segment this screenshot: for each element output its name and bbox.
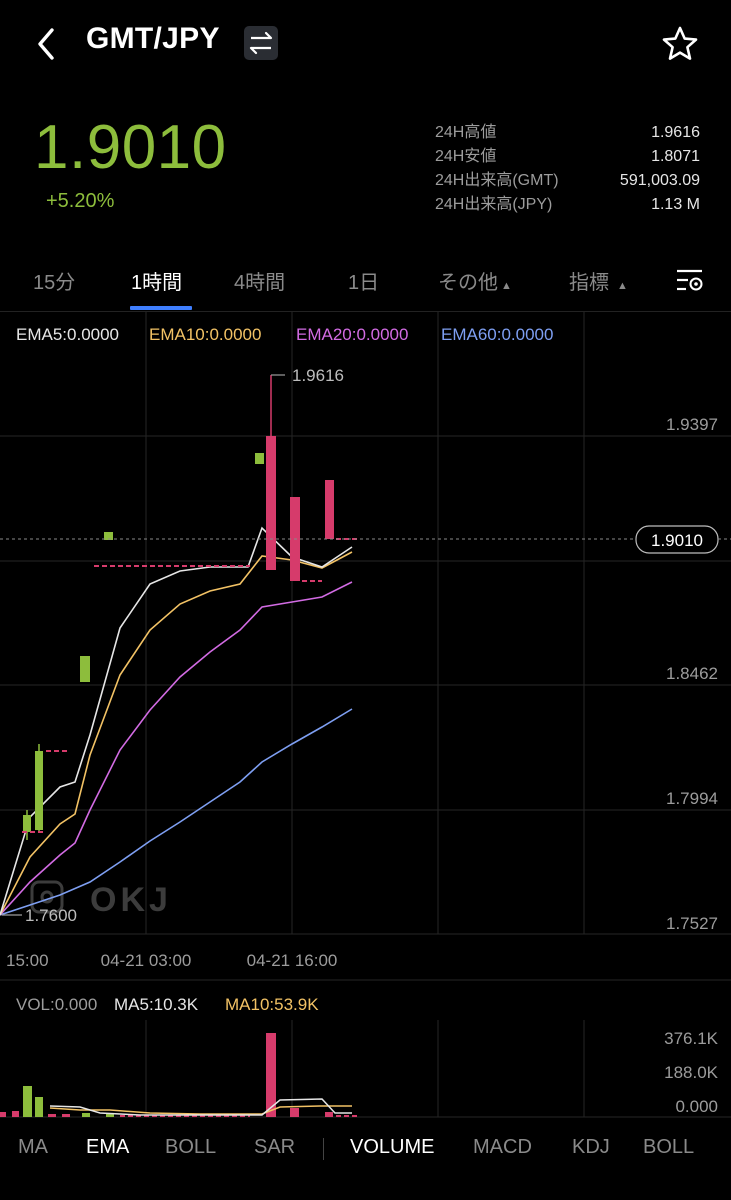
indicator-tab-kdj[interactable]: KDJ [572, 1136, 610, 1159]
volume-chart[interactable]: 376.1K 188.0K 0.000 [0, 1020, 731, 1120]
volume-axis-label: 376.1K [664, 1029, 719, 1048]
indicator-tab-volume[interactable]: VOLUME [350, 1136, 434, 1159]
price-axis-label: 1.9397 [666, 415, 718, 434]
stat-row-low: 24H安値 1.8071 [435, 148, 700, 165]
ema60-line [0, 708, 353, 916]
pair-title[interactable]: GMT/JPY [86, 22, 220, 56]
price-axis-label: 1.8462 [666, 664, 718, 683]
price-chart[interactable]: 1.9397 1.8462 1.7994 1.7527 OKJ 1.9616 1… [0, 312, 731, 982]
stat-row-high: 24H高値 1.9616 [435, 124, 700, 141]
price-axis-label: 1.7994 [666, 789, 718, 808]
tab-1h[interactable]: 1時間 [131, 266, 182, 295]
tab-indicators[interactable]: 指標 ▲ [569, 266, 628, 295]
indicator-tab-macd[interactable]: MACD [473, 1136, 532, 1159]
volume-axis-label: 188.0K [664, 1063, 719, 1082]
price-axis-label: 1.7527 [666, 914, 718, 933]
chart-grid [0, 312, 731, 981]
legend-vol: VOL:0.000 [16, 995, 98, 1014]
tab-more[interactable]: その他 ▲ [438, 266, 512, 295]
caret-up-icon: ▲ [617, 280, 628, 292]
stat-row-volume-gmt: 24H出来高(GMT) 591,003.09 [435, 172, 700, 189]
chart-settings-icon[interactable] [676, 268, 704, 294]
stats-panel: 24H高値 1.9616 24H安値 1.8071 24H出来高(GMT) 591,0… [435, 121, 700, 217]
ema20-line [0, 581, 353, 916]
indicator-tabs-divider [323, 1138, 324, 1160]
current-price-label: 1.9010 [651, 531, 703, 550]
timeframe-tabs: 15分 1時間 4時間 1日 その他 ▲ 指標 ▲ [0, 262, 731, 302]
time-axis-label: 15:00 [6, 951, 49, 970]
candles [22, 375, 360, 840]
volume-axis-label: 0.000 [675, 1097, 718, 1116]
indicator-tab-ma[interactable]: MA [18, 1136, 48, 1159]
tab-15m[interactable]: 15分 [33, 266, 75, 295]
time-axis-label: 04-21 03:00 [101, 951, 192, 970]
legend-vol-ma10: MA10:53.9K [225, 995, 319, 1014]
indicator-tab-ema[interactable]: EMA [86, 1136, 129, 1159]
back-chevron-icon[interactable] [30, 24, 64, 64]
last-price: 1.9010 [34, 113, 227, 182]
stat-row-volume-jpy: 24H出来高(JPY) 1.13 M [435, 196, 700, 213]
ema5-line [0, 526, 353, 916]
indicator-tab-sar[interactable]: SAR [254, 1136, 295, 1159]
price-change-percent: +5.20% [46, 190, 115, 212]
svg-text:OKJ: OKJ [90, 881, 172, 919]
indicator-tabs: MA EMA BOLL SAR VOLUME MACD KDJ BOLL [0, 1136, 731, 1166]
high-price-label: 1.9616 [292, 366, 344, 385]
tab-1d[interactable]: 1日 [348, 266, 379, 295]
swap-arrows-icon[interactable] [244, 26, 278, 60]
caret-up-icon: ▲ [501, 280, 512, 292]
volume-bars [0, 1033, 360, 1117]
volume-ma10-line [49, 1105, 352, 1115]
active-tab-indicator [130, 306, 192, 310]
low-price-label: 1.7600 [25, 906, 77, 925]
indicator-tab-boll-sub[interactable]: BOLL [643, 1136, 694, 1159]
tab-4h[interactable]: 4時間 [234, 266, 285, 295]
legend-vol-ma5: MA5:10.3K [114, 995, 199, 1014]
indicator-tab-boll-main[interactable]: BOLL [165, 1136, 216, 1159]
time-axis-label: 04-21 16:00 [247, 951, 338, 970]
star-outline-icon[interactable] [660, 24, 700, 64]
